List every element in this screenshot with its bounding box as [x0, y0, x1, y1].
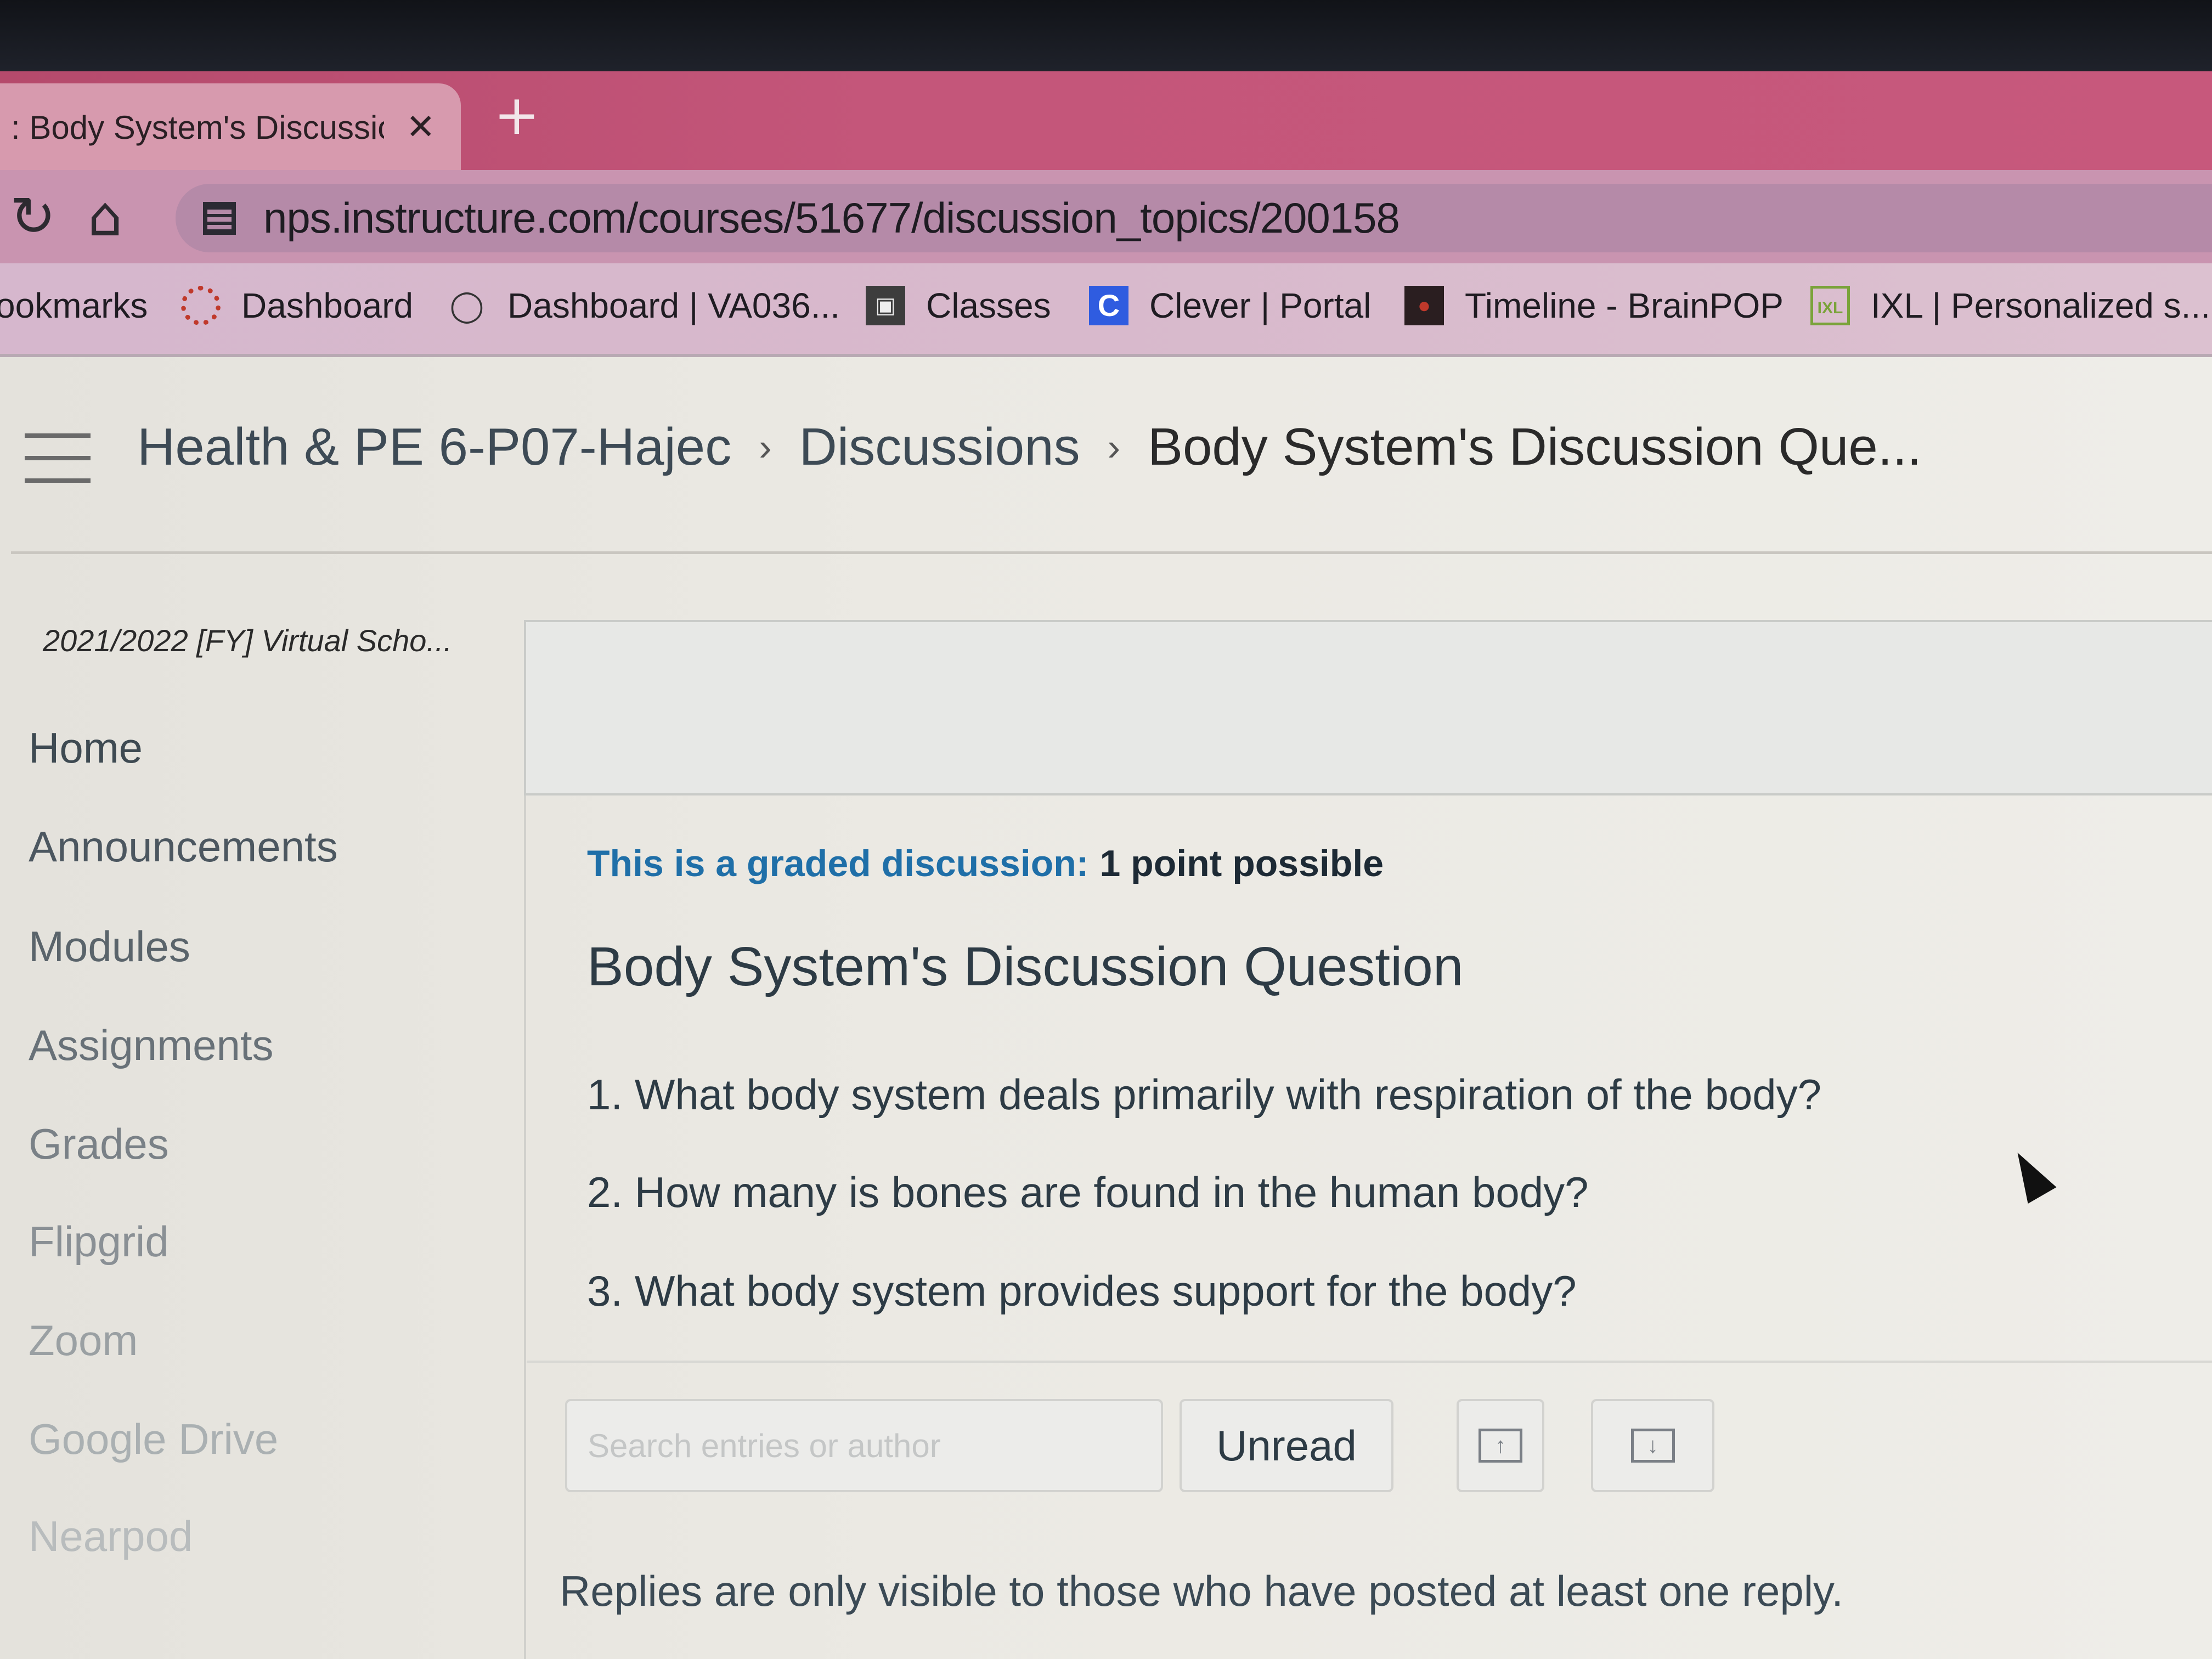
- discussion-title: Body System's Discussion Question: [587, 936, 1464, 997]
- points-possible: 1 point possible: [1099, 843, 1384, 884]
- bookmark-dashboard-va036[interactable]: ◯ Dashboard | VA036...: [447, 285, 840, 326]
- course-term: 2021/2022 [FY] Virtual Scho...: [43, 623, 453, 658]
- canvas-icon: [181, 286, 221, 325]
- unread-label: Unread: [1216, 1421, 1357, 1470]
- collapse-replies-button[interactable]: ↑: [1457, 1399, 1544, 1492]
- question-item: 1. What body system deals primarily with…: [587, 1070, 1822, 1119]
- bookmark-ixl[interactable]: IXL IXL | Personalized s...: [1810, 285, 2210, 326]
- screen-bezel: [0, 0, 2212, 77]
- bookmark-label: Dashboard | VA036...: [507, 286, 840, 325]
- bookmark-classes[interactable]: ▣ Classes: [866, 285, 1051, 326]
- tab-title: : Body System's Discussion: [11, 109, 384, 146]
- discussion-header-banner: [524, 620, 2212, 795]
- search-input[interactable]: [586, 1426, 1137, 1465]
- address-bar[interactable]: nps.instructure.com/courses/51677/discus…: [176, 184, 2212, 252]
- graded-notice: This is a graded discussion: 1 point poss…: [587, 842, 1384, 885]
- bookmark-clever[interactable]: C Clever | Portal: [1089, 285, 1371, 326]
- graded-label: This is a graded discussion:: [587, 843, 1089, 884]
- sidebar-item-home[interactable]: Home: [29, 723, 143, 773]
- bookmark-label: Clever | Portal: [1149, 286, 1372, 325]
- discussion-body: [524, 795, 2212, 1659]
- chevron-right-icon: ›: [1107, 426, 1120, 469]
- sidebar-item-nearpod[interactable]: Nearpod: [29, 1511, 193, 1561]
- ixl-icon: IXL: [1810, 286, 1850, 325]
- bookmark-label: Dashboard: [241, 286, 414, 325]
- sidebar-item-flipgrid[interactable]: Flipgrid: [29, 1217, 169, 1267]
- replies-visibility-note: Replies are only visible to those who ha…: [560, 1567, 1843, 1615]
- sidebar-item-modules[interactable]: Modules: [29, 922, 190, 972]
- sidebar-item-grades[interactable]: Grades: [29, 1119, 169, 1169]
- lightbulb-icon: ◯: [449, 288, 484, 323]
- url-text[interactable]: nps.instructure.com/courses/51677/discus…: [263, 193, 1400, 243]
- browser-tab-active[interactable]: : Body System's Discussion ✕: [0, 83, 461, 171]
- classes-icon: ▣: [866, 286, 905, 325]
- unread-filter-button[interactable]: Unread: [1180, 1399, 1393, 1492]
- bookmark-label: Classes: [926, 286, 1051, 325]
- arrow-up-icon: ↑: [1479, 1429, 1522, 1463]
- sidebar-item-zoom[interactable]: Zoom: [29, 1316, 138, 1365]
- bookmark-dashboard[interactable]: Dashboard: [181, 285, 413, 326]
- breadcrumb-discussions-link[interactable]: Discussions: [799, 417, 1080, 477]
- bookmarks-label-text: ookmarks: [0, 286, 148, 325]
- header-divider: [11, 551, 2212, 554]
- question-item: 3. What body system provides support for…: [587, 1267, 1577, 1315]
- breadcrumb: Health & PE 6-P07-Hajec › Discussions › …: [137, 417, 1922, 477]
- arrow-down-icon: ↓: [1630, 1429, 1675, 1463]
- chevron-right-icon: ›: [759, 426, 772, 469]
- brainpop-icon: ●: [1404, 286, 1444, 325]
- bookmark-label: Timeline - BrainPOP: [1465, 286, 1784, 325]
- sidebar-item-google-drive[interactable]: Google Drive: [29, 1414, 278, 1464]
- question-item: 2. How many is bones are found in the hu…: [587, 1168, 1589, 1216]
- breadcrumb-current: Body System's Discussion Que...: [1147, 417, 1922, 476]
- sidebar-item-announcements[interactable]: Announcements: [29, 822, 338, 872]
- expand-replies-button[interactable]: ↓: [1591, 1399, 1714, 1492]
- search-entries-field[interactable]: [565, 1399, 1163, 1492]
- hamburger-menu-icon[interactable]: [25, 433, 91, 483]
- bookmark-brainpop[interactable]: ● Timeline - BrainPOP: [1404, 285, 1784, 326]
- close-icon[interactable]: ✕: [406, 107, 436, 148]
- home-icon[interactable]: ⌂: [88, 189, 122, 244]
- clever-icon: C: [1089, 286, 1128, 325]
- bookmark-label: IXL | Personalized s...: [1871, 286, 2210, 325]
- bookmarks-label[interactable]: ookmarks: [0, 285, 148, 326]
- reload-icon[interactable]: ↻: [10, 189, 56, 244]
- new-tab-icon[interactable]: +: [494, 88, 540, 143]
- site-info-icon[interactable]: [203, 201, 236, 235]
- sidebar-item-assignments[interactable]: Assignments: [29, 1020, 274, 1070]
- content-divider: [527, 1361, 2212, 1363]
- breadcrumb-course-link[interactable]: Health & PE 6-P07-Hajec: [137, 417, 731, 477]
